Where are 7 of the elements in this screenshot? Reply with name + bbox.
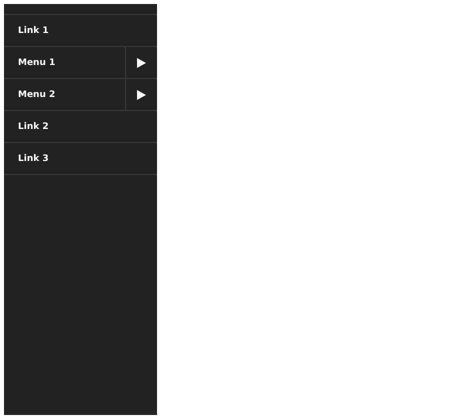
play-triangle-icon [137, 90, 146, 100]
play-triangle-icon [137, 58, 146, 68]
nav-link[interactable]: Link 2 [4, 111, 157, 142]
menu-item[interactable]: Menu 2 [4, 79, 125, 110]
nav-link[interactable]: Link 1 [4, 15, 157, 46]
menu-item[interactable]: Menu 1 [4, 47, 125, 78]
nav-link[interactable]: Link 3 [4, 143, 157, 174]
